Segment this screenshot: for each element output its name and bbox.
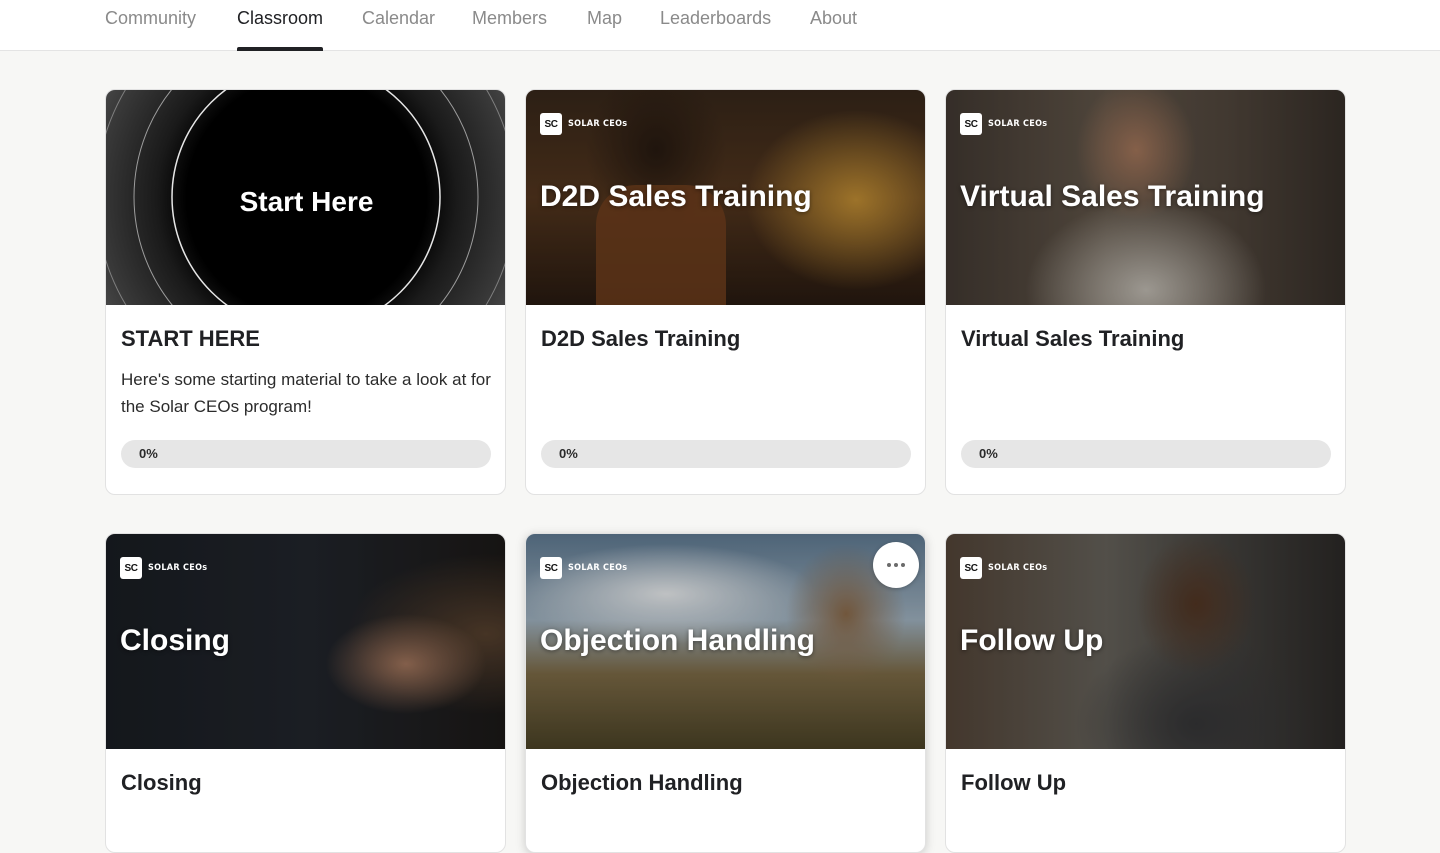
handshake-photo: SC SOLAR CEOs Closing — [106, 534, 505, 749]
tab-classroom[interactable]: Classroom — [237, 0, 324, 51]
ellipsis-icon — [887, 563, 891, 567]
more-options-button[interactable] — [873, 542, 919, 588]
course-card-follow-up[interactable]: SC SOLAR CEOs Follow Up Follow Up — [945, 533, 1346, 853]
brand-name: SOLAR CEOs — [568, 563, 628, 573]
course-card-virtual-sales-training[interactable]: SC SOLAR CEOs Virtual Sales Training Vir… — [945, 89, 1346, 495]
tab-map[interactable]: Map — [587, 0, 622, 51]
course-card-objection-handling[interactable]: SC SOLAR CEOs Objection Handling Objecti… — [525, 533, 926, 853]
progress-label: 0% — [979, 446, 998, 461]
brand-badge: SC SOLAR CEOs — [960, 113, 1047, 135]
cover-title: Objection Handling — [540, 624, 815, 657]
progress-bar: 0% — [121, 440, 491, 468]
course-card-closing[interactable]: SC SOLAR CEOs Closing Closing — [105, 533, 506, 853]
boulder-push-photo: SC SOLAR CEOs Objection Handling — [526, 534, 925, 749]
brand-badge: SC SOLAR CEOs — [540, 557, 627, 579]
course-card-start-here[interactable]: Start Here START HERE Here's some starti… — [105, 89, 506, 495]
cover-title: Closing — [120, 624, 230, 657]
smiling-man-photo: SC SOLAR CEOs Virtual Sales Training — [946, 90, 1345, 305]
progress-bar: 0% — [961, 440, 1331, 468]
brand-name: SOLAR CEOs — [148, 563, 208, 573]
course-title: START HERE — [121, 326, 260, 351]
brand-logo: SC — [540, 113, 562, 135]
progress-label: 0% — [139, 446, 158, 461]
cover-title: Follow Up — [960, 624, 1104, 657]
brand-badge: SC SOLAR CEOs — [540, 113, 627, 135]
cover-title: Start Here — [239, 186, 374, 217]
brand-logo: SC — [960, 113, 982, 135]
tab-community[interactable]: Community — [105, 0, 196, 51]
brand-name: SOLAR CEOs — [568, 119, 628, 129]
tab-leaderboards[interactable]: Leaderboards — [660, 0, 771, 51]
door-knocking-photo: SC SOLAR CEOs D2D Sales Training — [526, 90, 925, 305]
brand-badge: SC SOLAR CEOs — [960, 557, 1047, 579]
course-title: Closing — [121, 770, 202, 795]
cover-title: Virtual Sales Training — [960, 180, 1265, 213]
brand-logo: SC — [540, 557, 562, 579]
tab-calendar[interactable]: Calendar — [362, 0, 435, 51]
course-description: Here's some starting material to take a … — [121, 370, 491, 416]
cover-title: D2D Sales Training — [540, 180, 812, 213]
course-title: Objection Handling — [541, 770, 743, 795]
course-card-d2d-sales-training[interactable]: SC SOLAR CEOs D2D Sales Training D2D Sal… — [525, 89, 926, 495]
brand-name: SOLAR CEOs — [988, 563, 1048, 573]
course-title: Follow Up — [961, 770, 1067, 795]
course-title: Virtual Sales Training — [961, 326, 1185, 351]
brand-logo: SC — [960, 557, 982, 579]
progress-bar: 0% — [541, 440, 911, 468]
brand-logo: SC — [120, 557, 142, 579]
brand-name: SOLAR CEOs — [988, 119, 1048, 129]
tab-members[interactable]: Members — [472, 0, 547, 51]
brand-badge: SC SOLAR CEOs — [120, 557, 207, 579]
tab-about[interactable]: About — [810, 0, 857, 51]
progress-label: 0% — [559, 446, 578, 461]
concentric-rings-cover: Start Here — [106, 90, 505, 305]
course-title: D2D Sales Training — [541, 326, 741, 351]
phone-call-photo: SC SOLAR CEOs Follow Up — [946, 534, 1345, 749]
top-navigation: Community Classroom Calendar Members Map… — [0, 0, 1440, 51]
